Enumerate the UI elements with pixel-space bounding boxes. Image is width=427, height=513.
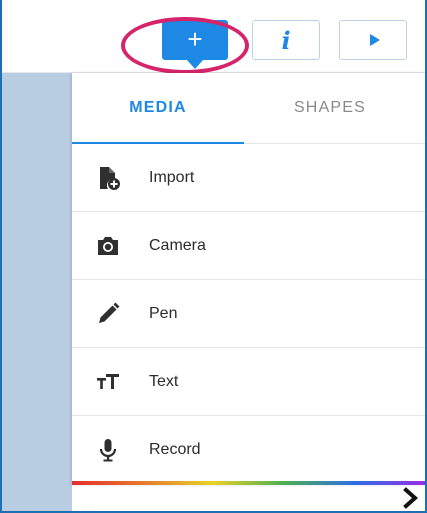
play-icon [369, 34, 380, 46]
toolbar: + i [2, 0, 425, 73]
plus-icon: + [187, 24, 203, 54]
text-size-icon [97, 373, 119, 389]
menu-item-import[interactable]: Import [72, 144, 425, 212]
tab-shapes-label: SHAPES [293, 99, 367, 116]
menu-item-text[interactable]: Text [72, 348, 425, 416]
add-button-pointer [187, 60, 203, 69]
menu-item-record[interactable]: Record [72, 416, 425, 484]
add-button[interactable]: + [162, 20, 228, 69]
menu-item-label: Camera [149, 236, 206, 254]
menu-item-camera[interactable]: Camera [72, 212, 425, 280]
menu-item-label: Pen [149, 304, 178, 322]
tab-media[interactable]: MEDIA [72, 73, 244, 144]
menu-item-label: Import [149, 168, 195, 186]
tab-media-label: MEDIA [129, 99, 187, 116]
info-icon: i [281, 25, 291, 55]
info-button[interactable]: i [252, 20, 320, 60]
menu-item-label: Text [149, 372, 179, 390]
rainbow-bar [72, 481, 425, 485]
microphone-icon [99, 438, 117, 461]
chevron-right-icon[interactable] [400, 487, 422, 509]
pen-icon [99, 302, 120, 323]
tab-bar: MEDIA SHAPES [72, 73, 425, 144]
file-add-icon [100, 166, 120, 190]
canvas-side-panel [2, 73, 72, 511]
menu-item-label: Record [149, 440, 201, 458]
bottom-strip [72, 485, 425, 511]
tab-shapes[interactable]: SHAPES [244, 73, 416, 143]
add-menu: MEDIA SHAPES Import Camera Pen Text Reco… [72, 73, 425, 485]
play-button[interactable] [339, 20, 407, 60]
camera-icon [98, 236, 118, 255]
menu-item-pen[interactable]: Pen [72, 280, 425, 348]
